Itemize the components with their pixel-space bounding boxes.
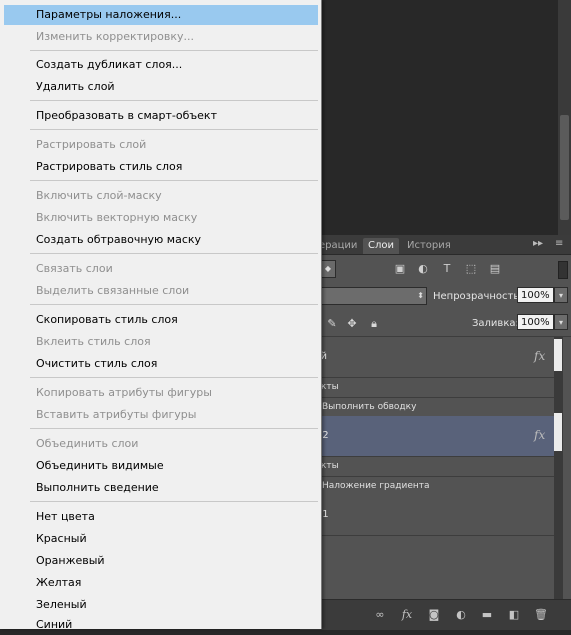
opacity-input[interactable]: 100%	[517, 287, 554, 303]
menu-item-flatten-image[interactable]: Выполнить сведение	[4, 478, 318, 498]
menu-separator	[30, 100, 318, 101]
menu-item-paste-layer-style[interactable]: Вклеить стиль слоя	[4, 332, 318, 352]
menu-item-copy-layer-style[interactable]: Скопировать стиль слоя	[4, 310, 318, 330]
fill-dropdown-icon[interactable]: ▾	[554, 314, 568, 330]
menu-item-color-none[interactable]: Нет цвета	[4, 507, 318, 527]
filter-kind-select[interactable]: ◆	[320, 260, 336, 278]
menu-item-copy-shape-attributes[interactable]: Копировать атрибуты фигуры	[4, 383, 318, 403]
trash-icon[interactable]: 🗑︎	[534, 608, 548, 622]
fx-icon[interactable]: fx	[534, 428, 545, 442]
menu-item-color-yellow[interactable]: Желтая	[4, 573, 318, 593]
menu-separator	[30, 304, 318, 305]
image-filter-icon[interactable]: ▣	[394, 263, 406, 275]
opacity-dropdown-icon[interactable]: ▾	[554, 287, 568, 303]
blend-mode-select[interactable]: ⬍	[318, 287, 427, 305]
layer-row[interactable]: елый fx	[300, 337, 554, 378]
filter-row: ◆ ▣ ◐ T ⬚ ▤	[300, 255, 571, 283]
panel-tabbar: ерации Слои История ▸▸ ≡	[300, 235, 571, 255]
effect-label: Выполнить обводку	[322, 402, 417, 412]
menu-item-paste-shape-attributes[interactable]: Вставить атрибуты фигуры	[4, 405, 318, 425]
link-icon[interactable]: ∞	[373, 608, 387, 622]
menu-item-merge-visible[interactable]: Объединить видимые	[4, 456, 318, 476]
layers-scroll-marker	[554, 339, 562, 371]
lock-all-icon[interactable]: 🔒︎	[368, 318, 380, 330]
opacity-label: Непрозрачность:	[433, 291, 523, 302]
panel-menu-icon[interactable]: ≡	[555, 238, 563, 249]
menu-item-rasterize-layer[interactable]: Растрировать слой	[4, 135, 318, 155]
menu-item-color-red[interactable]: Красный	[4, 529, 318, 549]
effect-label: Наложение градиента	[322, 481, 430, 491]
new-layer-icon[interactable]: ◧	[507, 608, 521, 622]
menu-separator	[30, 377, 318, 378]
layers-list: елый fx ффекты Выполнить обводку лой 2 f…	[300, 337, 554, 599]
folder-icon[interactable]: ▬	[480, 608, 494, 622]
effect-item[interactable]: Выполнить обводку	[300, 398, 554, 418]
menu-item-rasterize-style[interactable]: Растрировать стиль слоя	[4, 157, 318, 177]
menu-item-edit-adjustment[interactable]: Изменить корректировку...	[4, 27, 318, 47]
menu-separator	[30, 253, 318, 254]
chevron-updown-icon: ⬍	[417, 291, 424, 300]
layer-row[interactable]: лой 1	[300, 495, 554, 536]
menu-item-color-orange[interactable]: Оранжевый	[4, 551, 318, 571]
menu-item-delete-layer[interactable]: Удалить слой	[4, 77, 318, 97]
tab-layers[interactable]: Слои	[363, 238, 399, 254]
adjustment-icon[interactable]: ◐	[454, 608, 468, 622]
blend-row: ⬍ Непрозрачность: 100% ▾	[300, 283, 571, 309]
fill-input[interactable]: 100%	[517, 314, 554, 330]
menu-item-enable-vector-mask[interactable]: Включить векторную маску	[4, 208, 318, 228]
filter-toggle[interactable]	[558, 261, 568, 279]
mask-icon[interactable]: ◙	[427, 608, 441, 622]
menu-item-convert-smart-object[interactable]: Преобразовать в смарт-объект	[4, 106, 318, 126]
menu-item-color-green[interactable]: Зеленый	[4, 595, 318, 615]
menu-item-merge-layers[interactable]: Объединить слои	[4, 434, 318, 454]
lock-row: ✎ ✥ 🔒︎ Заливка: 100% ▾	[300, 309, 571, 337]
smart-object-filter-icon[interactable]: ▤	[489, 263, 501, 275]
layer-row-selected[interactable]: лой 2 fx	[300, 416, 554, 457]
menu-item-duplicate-layer[interactable]: Создать дубликат слоя...	[4, 55, 318, 75]
layers-scroll-marker	[554, 413, 562, 451]
type-filter-icon[interactable]: T	[441, 263, 453, 275]
menu-separator	[30, 180, 318, 181]
menu-item-color-blue[interactable]: Синий	[4, 615, 318, 635]
menu-item-link-layers[interactable]: Связать слои	[4, 259, 318, 279]
fill-label: Заливка:	[472, 318, 519, 329]
shape-filter-icon[interactable]: ⬚	[465, 263, 477, 275]
menu-item-select-linked[interactable]: Выделить связанные слои	[4, 281, 318, 301]
layers-panel: ерации Слои История ▸▸ ≡ ◆ ▣ ◐ T ⬚ ▤ ⬍ Н…	[300, 235, 571, 630]
menu-item-enable-layer-mask[interactable]: Включить слой-маску	[4, 186, 318, 206]
menu-separator	[30, 129, 318, 130]
effects-row[interactable]: ффекты	[300, 457, 554, 477]
canvas-scroll-thumb[interactable]	[560, 115, 569, 220]
menu-separator	[30, 50, 318, 51]
menu-item-create-clipping-mask[interactable]: Создать обтравочную маску	[4, 230, 318, 250]
fx-icon[interactable]: fx	[400, 608, 414, 622]
layers-scrollbar[interactable]	[554, 337, 563, 599]
menu-item-clear-layer-style[interactable]: Очистить стиль слоя	[4, 354, 318, 374]
layers-footer: ∞ fx ◙ ◐ ▬ ◧ 🗑︎	[300, 599, 571, 630]
lock-pixels-icon[interactable]: ✎	[326, 318, 338, 330]
collapse-panels-icon[interactable]: ▸▸	[533, 238, 543, 249]
tab-history[interactable]: История	[402, 238, 456, 254]
lock-position-icon[interactable]: ✥	[346, 318, 358, 330]
effects-row[interactable]: ффекты	[300, 378, 554, 398]
effect-item[interactable]: Наложение градиента	[300, 477, 554, 497]
menu-separator	[30, 428, 318, 429]
adjustment-filter-icon[interactable]: ◐	[417, 263, 429, 275]
menu-separator	[30, 501, 318, 502]
layer-context-menu: Параметры наложения... Изменить корректи…	[0, 0, 322, 631]
menu-item-blending-options[interactable]: Параметры наложения...	[4, 5, 318, 25]
fx-icon[interactable]: fx	[534, 349, 545, 363]
